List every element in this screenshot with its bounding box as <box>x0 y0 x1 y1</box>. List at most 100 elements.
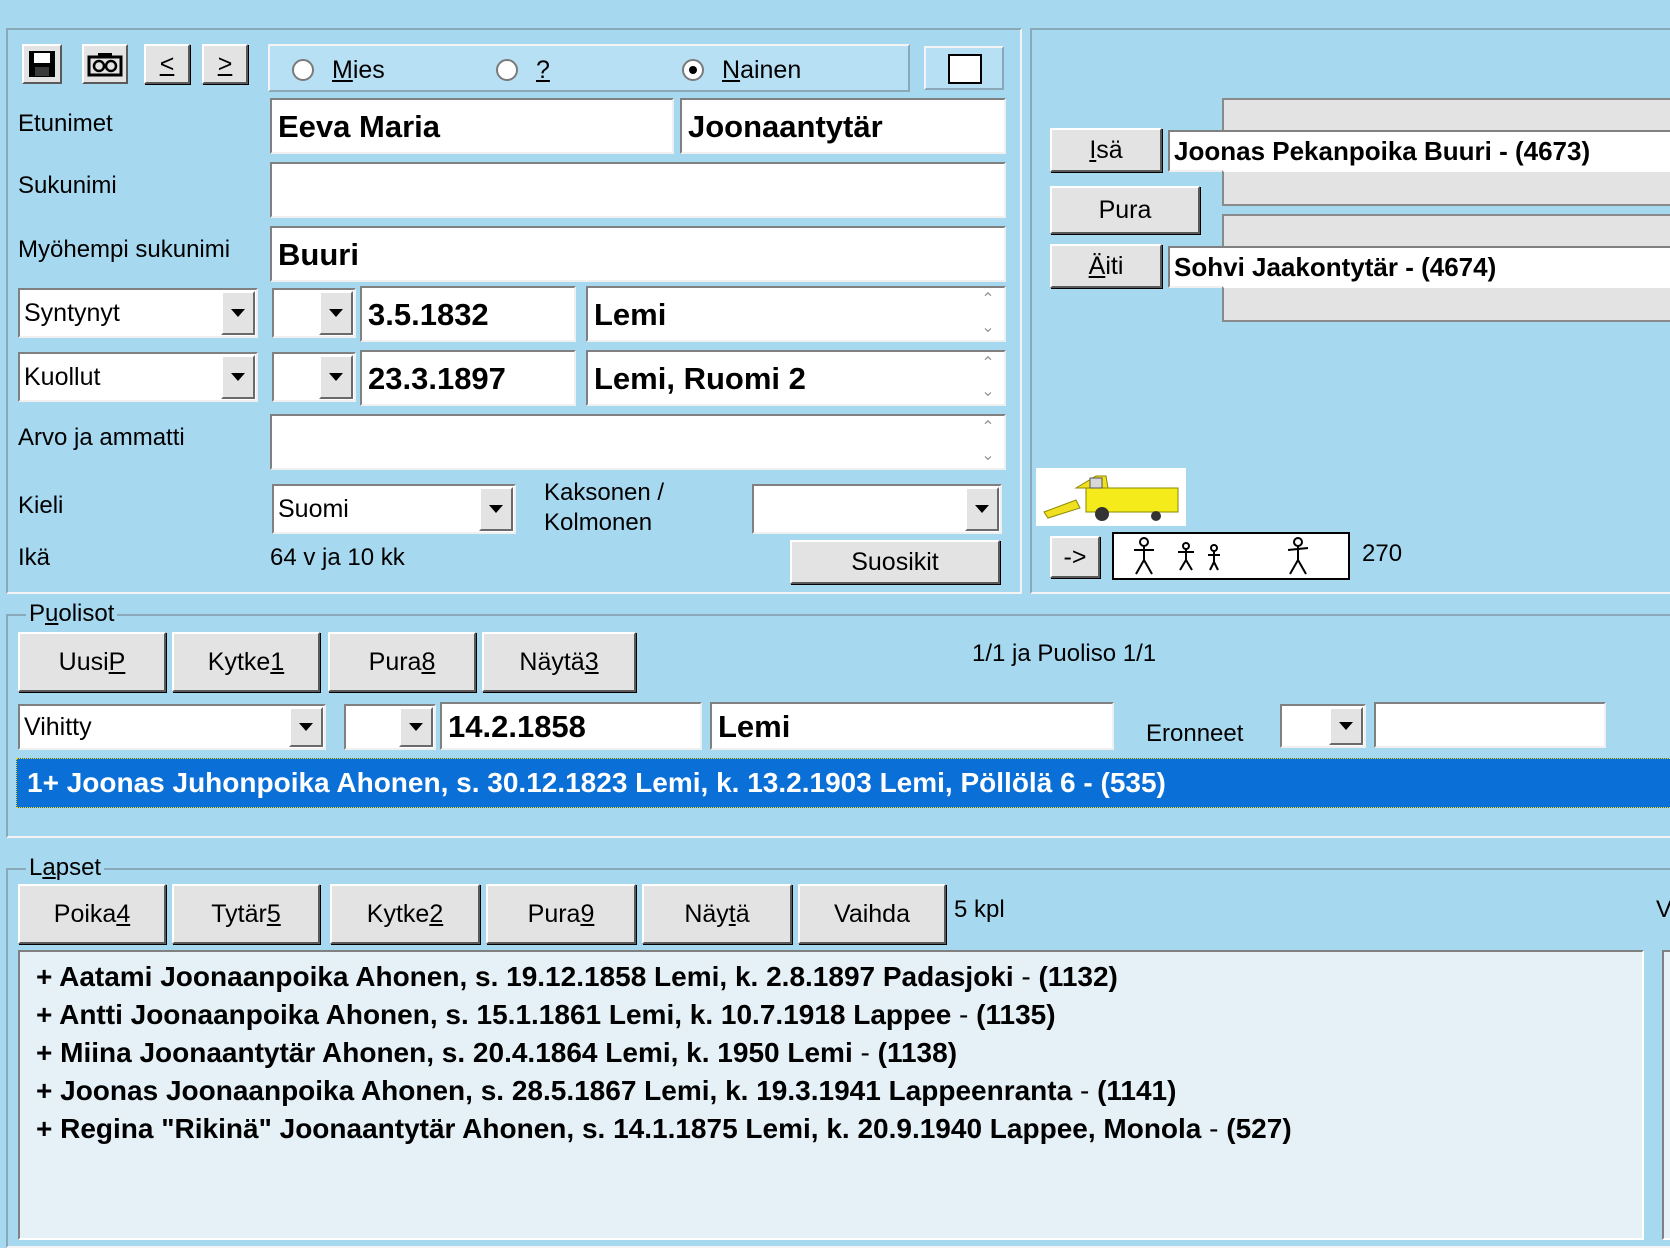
divorced-qualifier-select[interactable] <box>1280 704 1366 748</box>
harvester-icon <box>1043 475 1179 521</box>
child-item[interactable]: + Aatami Joonaanpoika Ahonen, s. 19.12.1… <box>36 958 1642 996</box>
surname-field[interactable] <box>270 162 1006 218</box>
death-qualifier-select[interactable] <box>272 352 356 402</box>
death-event-select[interactable]: Kuollut <box>18 352 258 402</box>
father-button[interactable]: Isä <box>1050 128 1162 172</box>
first-names-label: Etunimet <box>18 110 113 137</box>
language-select[interactable]: Suomi <box>272 484 516 534</box>
spouses-title: Puolisot <box>26 600 118 628</box>
first-names-field[interactable]: Eeva Maria <box>270 98 674 154</box>
gender-radio-unknown[interactable] <box>496 59 518 81</box>
gender-radio-male[interactable] <box>292 59 314 81</box>
dropdown-arrow-icon[interactable] <box>319 291 353 335</box>
age-value: 64 v ja 10 kk <box>270 544 405 571</box>
harvester-image[interactable] <box>1036 468 1186 526</box>
father-field[interactable]: Joonas Pekanpoika Buuri - (4673) <box>1168 130 1670 172</box>
children-count: 5 kpl <box>954 896 1005 923</box>
mother-box-bottom <box>1222 286 1670 322</box>
mother-button-acc: Ä <box>1088 251 1106 280</box>
status-checkbox[interactable] <box>924 46 1004 90</box>
father-box-bottom <box>1222 170 1670 206</box>
birth-event-select[interactable]: Syntynyt <box>18 288 258 338</box>
prev-button[interactable]: < <box>144 44 190 84</box>
checkbox-box[interactable] <box>948 54 982 84</box>
marriage-place-field[interactable]: Lemi <box>710 702 1114 750</box>
age-label: Ikä <box>18 544 51 571</box>
dropdown-arrow-icon[interactable] <box>399 707 433 747</box>
patronymic-field[interactable]: Joonaantytär <box>680 98 1006 154</box>
later-surname-field[interactable]: Buuri <box>270 226 1006 282</box>
birth-place-value: Lemi <box>594 296 667 332</box>
dropdown-arrow-icon[interactable] <box>289 707 323 747</box>
mother-button[interactable]: Äiti <box>1050 244 1162 288</box>
dropdown-arrow-icon[interactable] <box>1329 707 1363 745</box>
gender-label-unknown[interactable]: ? <box>536 56 550 85</box>
save-button[interactable] <box>22 44 62 84</box>
child-item[interactable]: + Joonas Joonaanpoika Ahonen, s. 28.5.18… <box>36 1072 1642 1110</box>
link-child-button[interactable]: Kytke 2 <box>330 884 480 944</box>
marriage-date-field[interactable]: 14.2.1858 <box>440 702 702 750</box>
spouse-status: 1/1 ja Puoliso 1/1 <box>972 640 1157 667</box>
dropdown-arrow-icon[interactable] <box>221 291 255 335</box>
gender-label-male[interactable]: Mies <box>332 56 385 85</box>
title-occupation-field[interactable]: ⌃ ⌄ <box>270 414 1006 470</box>
spin-arrows-icon[interactable]: ⌃ ⌄ <box>976 420 1000 464</box>
birth-event-value: Syntynyt <box>24 298 120 327</box>
spouse-list[interactable]: 1+ Joonas Juhonpoika Ahonen, s. 30.12.18… <box>16 758 1670 808</box>
generation-count: 270 <box>1362 540 1403 567</box>
child-item[interactable]: + Regina "Rikinä" Joonaantytär Ahonen, s… <box>36 1110 1642 1148</box>
new-spouse-button[interactable]: Uusi P <box>18 632 166 692</box>
show-child-button[interactable]: Näy t ä <box>642 884 792 944</box>
spouse-selected-item[interactable]: 1+ Joonas Juhonpoika Ahonen, s. 30.12.18… <box>27 767 1166 799</box>
mother-field[interactable]: Sohvi Jaakontytär - (4674) <box>1168 246 1670 288</box>
marriage-event-select[interactable]: Vihitty <box>18 704 326 750</box>
family-figures-box[interactable] <box>1112 532 1350 580</box>
gender-radio-female[interactable] <box>682 59 704 81</box>
surname-label: Sukunimi <box>18 172 117 199</box>
title-occupation-label: Arvo ja ammatti <box>18 424 185 451</box>
add-daughter-button[interactable]: Tytär 5 <box>172 884 320 944</box>
spin-arrows-icon[interactable]: ⌃ ⌄ <box>976 356 1000 400</box>
language-label: Kieli <box>18 492 64 519</box>
dropdown-arrow-icon[interactable] <box>319 355 353 399</box>
show-spouse-button[interactable]: Näytä 3 <box>482 632 636 692</box>
swap-child-button[interactable]: Vaihda <box>798 884 946 944</box>
add-son-button[interactable]: Poika 4 <box>18 884 166 944</box>
next-label: > <box>217 49 233 78</box>
unlink-spouse-button[interactable]: Pura 8 <box>328 632 476 692</box>
death-date-field[interactable]: 23.3.1897 <box>360 350 576 406</box>
child-item[interactable]: + Antti Joonaanpoika Ahonen, s. 15.1.186… <box>36 996 1642 1034</box>
save-icon <box>29 51 55 77</box>
favorites-button[interactable]: Suosikit <box>790 540 1000 584</box>
death-event-value: Kuollut <box>24 362 101 391</box>
birth-place-field[interactable]: Lemi ⌃ ⌄ <box>586 286 1006 342</box>
navigate-arrow-button[interactable]: -> <box>1050 536 1100 578</box>
mother-button-label: iti <box>1105 251 1124 280</box>
father-button-label: sä <box>1096 135 1123 164</box>
unlink-child-button[interactable]: Pura 9 <box>486 884 636 944</box>
right-side-list[interactable] <box>1662 950 1670 1240</box>
children-title: Lapset <box>26 854 105 882</box>
twin-label: Kaksonen / Kolmonen <box>544 479 665 536</box>
spin-arrows-icon[interactable]: ⌃ ⌄ <box>976 292 1000 336</box>
twin-select[interactable] <box>752 484 1002 534</box>
next-button[interactable]: > <box>202 44 248 84</box>
birth-qualifier-select[interactable] <box>272 288 356 338</box>
camera-button[interactable] <box>82 44 128 84</box>
marriage-event-value: Vihitty <box>24 712 92 741</box>
divorced-date-field[interactable] <box>1374 702 1606 748</box>
dropdown-arrow-icon[interactable] <box>221 355 255 399</box>
death-place-value: Lemi, Ruomi 2 <box>594 360 806 396</box>
link-spouse-button[interactable]: Kytke 1 <box>172 632 320 692</box>
language-value: Suomi <box>278 494 349 523</box>
marriage-qualifier-select[interactable] <box>344 704 436 750</box>
gender-label-female[interactable]: Nainen <box>722 56 801 85</box>
dropdown-arrow-icon[interactable] <box>965 487 999 531</box>
death-place-field[interactable]: Lemi, Ruomi 2 ⌃ ⌄ <box>586 350 1006 406</box>
birth-date-field[interactable]: 3.5.1832 <box>360 286 576 342</box>
children-list[interactable]: + Aatami Joonaanpoika Ahonen, s. 19.12.1… <box>18 950 1644 1240</box>
child-item[interactable]: + Miina Joonaantytär Ahonen, s. 20.4.186… <box>36 1034 1642 1072</box>
father-button-acc: I <box>1089 135 1097 164</box>
unlink-parents-button[interactable]: Pura <box>1050 186 1200 234</box>
dropdown-arrow-icon[interactable] <box>479 487 513 531</box>
